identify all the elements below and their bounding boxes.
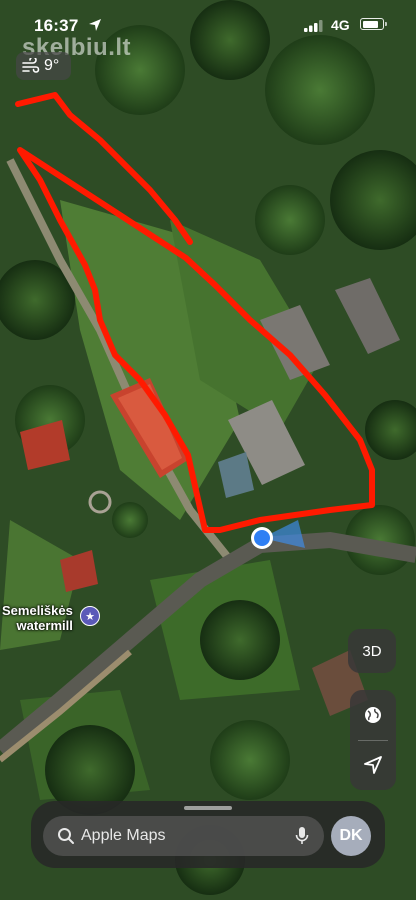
network-type: 4G <box>331 17 350 33</box>
star-icon[interactable]: ★ <box>80 606 100 626</box>
view-3d-button[interactable]: 3D <box>348 629 396 673</box>
battery-level <box>362 20 378 28</box>
sheet-grabber[interactable] <box>184 806 232 810</box>
temperature: 9° <box>44 57 60 74</box>
poi-label-line1: Semeliškės <box>2 603 73 618</box>
weather-chip[interactable]: 9° <box>16 52 71 80</box>
wind-icon <box>22 58 40 73</box>
poi-label[interactable]: Semeliškės watermill <box>2 603 73 633</box>
poi-label-line2: watermill <box>16 618 73 633</box>
globe-icon <box>365 707 381 723</box>
locate-me-button[interactable] <box>350 740 396 790</box>
search-icon <box>58 828 74 844</box>
battery-icon <box>360 18 384 30</box>
search-field[interactable]: Apple Maps <box>43 816 324 856</box>
map-controls <box>350 690 396 790</box>
profile-avatar[interactable]: DK <box>331 816 371 856</box>
search-placeholder: Apple Maps <box>81 827 166 844</box>
location-arrow-icon <box>364 756 382 774</box>
microphone-icon[interactable] <box>295 826 309 846</box>
map-mode-button[interactable] <box>350 690 396 740</box>
clock-time: 16:37 <box>34 16 79 35</box>
cellular-signal-icon <box>304 20 323 32</box>
battery-cap <box>385 22 387 26</box>
location-services-icon <box>89 19 101 31</box>
